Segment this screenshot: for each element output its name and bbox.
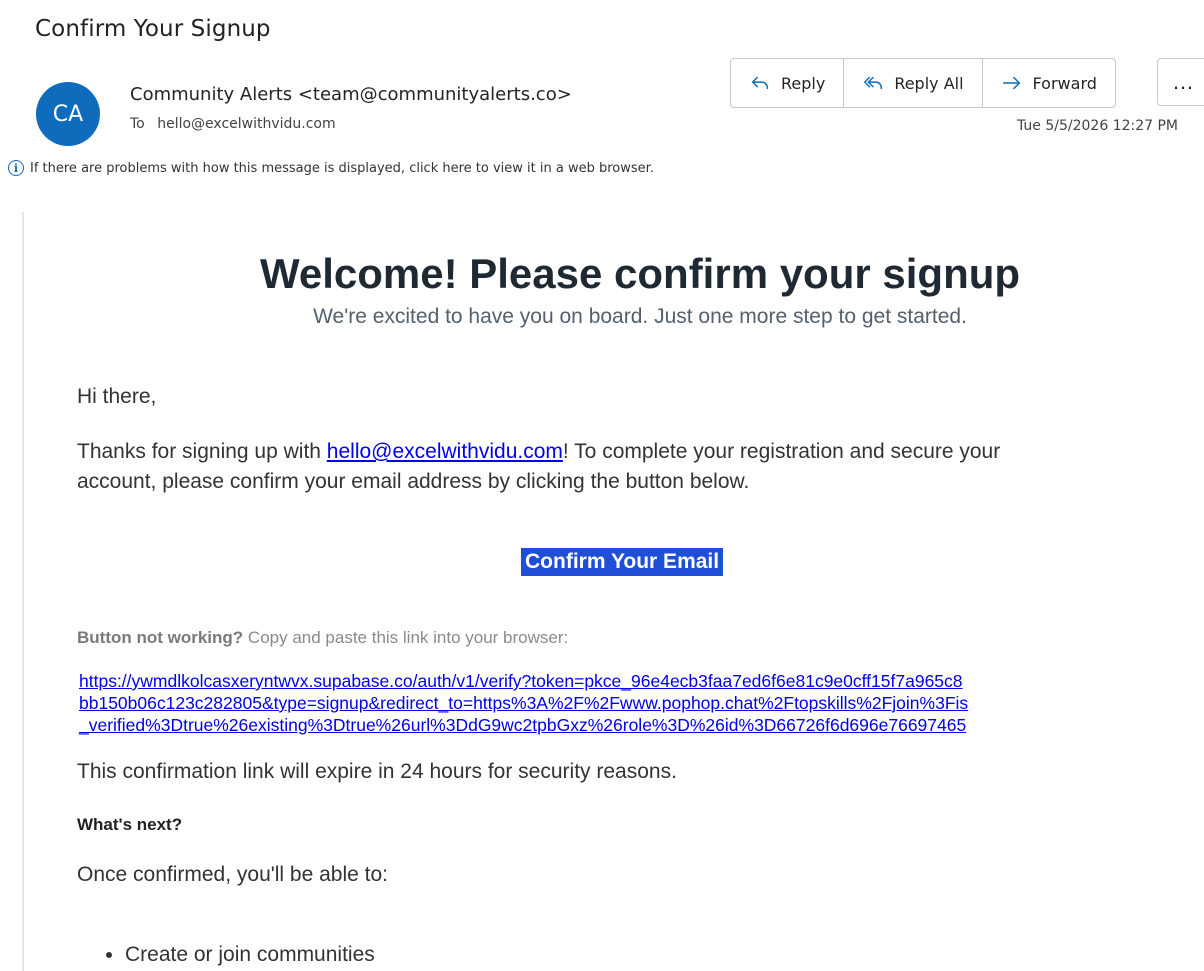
benefits-list: Create or join communities: [77, 940, 375, 970]
verify-link-line2[interactable]: bb150b06c123c282805&type=signup&redirect…: [79, 693, 968, 713]
intro-text-line2: account, please confirm your email addre…: [77, 470, 750, 493]
signup-email-link[interactable]: hello@excelwithvidu.com: [327, 440, 563, 463]
reply-icon: [751, 76, 769, 90]
email-subheadline: We're excited to have you on board. Just…: [313, 305, 967, 328]
recipient-address[interactable]: hello@excelwithvidu.com: [157, 116, 335, 132]
reply-all-label: Reply All: [894, 73, 964, 93]
confirm-email-button[interactable]: Confirm Your Email: [521, 548, 724, 576]
sender-avatar[interactable]: CA: [36, 82, 100, 146]
intro-text-after: ! To complete your registration and secu…: [562, 440, 1001, 463]
verify-link-line3[interactable]: _verified%3Dtrue%26existing%3Dtrue%26url…: [79, 715, 966, 735]
forward-button[interactable]: Forward: [983, 59, 1115, 107]
reply-all-button[interactable]: Reply All: [844, 59, 983, 107]
forward-icon: [1002, 76, 1020, 90]
fallback-instructions: Button not working? Copy and paste this …: [77, 628, 568, 648]
received-date: Tue 5/5/2026 12:27 PM: [1017, 118, 1179, 134]
fallback-bold: Button not working?: [77, 628, 244, 647]
verify-link-line1[interactable]: https://ywmdlkolcasxeryntwvx.supabase.co…: [79, 671, 963, 691]
sender-name[interactable]: Community Alerts <team@communityalerts.c…: [130, 84, 572, 105]
reply-all-icon: [864, 76, 883, 90]
reply-button[interactable]: Reply: [731, 59, 845, 107]
to-label: To: [130, 116, 145, 132]
reply-label: Reply: [781, 73, 826, 93]
display-problem-infobar[interactable]: i If there are problems with how this me…: [8, 160, 654, 176]
email-headline: Welcome! Please confirm your signup: [259, 250, 1021, 297]
once-confirmed-text: Once confirmed, you'll be able to:: [77, 863, 389, 886]
message-action-bar: Reply Reply All Forward: [730, 58, 1116, 108]
intro-paragraph: Thanks for signing up with hello@excelwi…: [77, 437, 1000, 497]
email-subject: Confirm Your Signup: [35, 16, 271, 42]
forward-label: Forward: [1032, 73, 1097, 93]
more-actions-button[interactable]: …: [1157, 58, 1204, 106]
info-icon: i: [8, 160, 24, 176]
verify-link[interactable]: https://ywmdlkolcasxeryntwvx.supabase.co…: [79, 670, 1204, 736]
recipient-line: To hello@excelwithvidu.com: [130, 116, 336, 132]
whats-next-heading: What's next?: [77, 815, 183, 834]
email-reading-pane: Confirm Your Signup CA Community Alerts …: [0, 0, 1204, 971]
infobar-text[interactable]: If there are problems with how this mess…: [30, 161, 654, 176]
greeting: Hi there,: [77, 385, 157, 408]
expiry-note: This confirmation link will expire in 24…: [77, 760, 677, 783]
fallback-text: Copy and paste this link into your brows…: [243, 628, 569, 647]
list-item: Create or join communities: [125, 940, 375, 970]
intro-text-before: Thanks for signing up with: [77, 440, 327, 463]
